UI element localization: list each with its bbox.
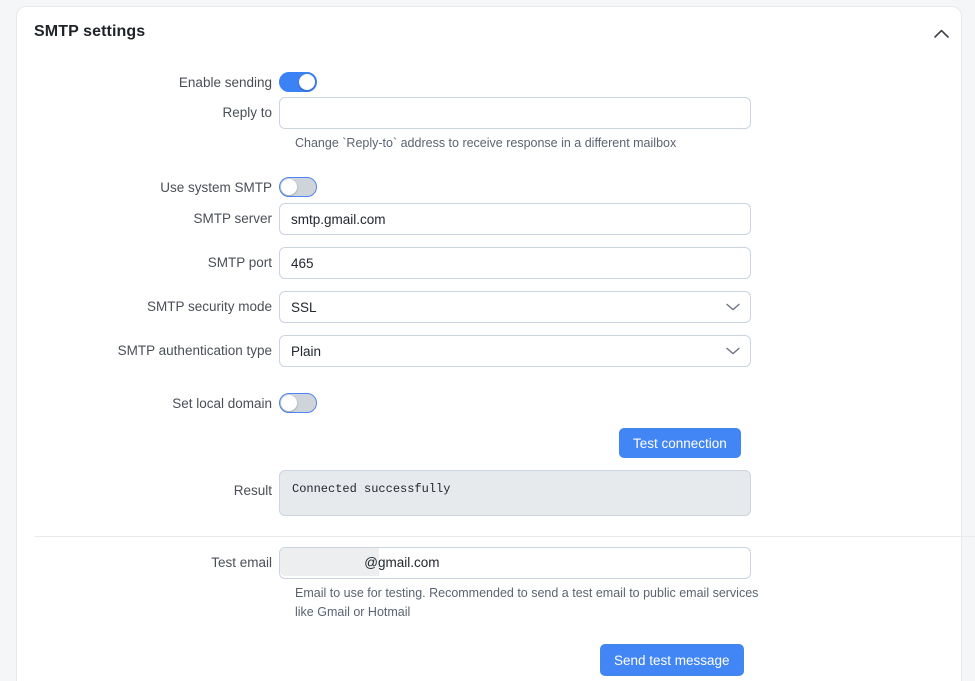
section-divider — [34, 536, 975, 537]
smtp-server-input[interactable] — [279, 203, 751, 235]
collapse-section-button[interactable] — [927, 19, 955, 47]
label-smtp-auth-type: SMTP authentication type — [117, 343, 272, 358]
label-smtp-port: SMTP port — [207, 255, 272, 270]
hint-test-email: Email to use for testing. Recommended to… — [295, 586, 759, 619]
smtp-security-mode-select[interactable] — [279, 291, 751, 323]
smtp-auth-type-select[interactable] — [279, 335, 751, 367]
label-use-system-smtp: Use system SMTP — [160, 180, 272, 195]
label-smtp-security-mode: SMTP security mode — [146, 299, 272, 314]
set-local-domain-toggle[interactable] — [279, 393, 317, 413]
page-background: SMTP settings Enable sending Reply to Ch… — [0, 0, 975, 681]
result-output[interactable] — [279, 470, 751, 516]
label-reply-to: Reply to — [222, 105, 272, 120]
enable-sending-toggle[interactable] — [279, 72, 317, 92]
smtp-settings-card: SMTP settings Enable sending Reply to Ch… — [16, 6, 975, 681]
hint-reply-to: Change `Reply-to` address to receive res… — [295, 136, 677, 150]
label-result: Result — [233, 483, 272, 498]
use-system-smtp-toggle[interactable] — [279, 177, 317, 197]
test-connection-button[interactable]: Test connection — [619, 428, 741, 458]
card-header: SMTP settings — [17, 7, 963, 59]
label-smtp-server: SMTP server — [193, 211, 272, 226]
toggle-knob — [299, 74, 315, 90]
chevron-up-icon — [933, 29, 949, 38]
label-test-email: Test email — [211, 555, 272, 570]
page-title: SMTP settings — [34, 23, 146, 40]
test-email-input[interactable] — [279, 547, 751, 579]
send-test-message-button[interactable]: Send test message — [600, 644, 744, 676]
toggle-knob — [281, 395, 297, 411]
label-enable-sending: Enable sending — [178, 75, 272, 90]
label-set-local-domain: Set local domain — [172, 396, 272, 411]
smtp-port-input[interactable] — [279, 247, 751, 279]
reply-to-input[interactable] — [279, 97, 751, 129]
toggle-knob — [281, 179, 297, 195]
